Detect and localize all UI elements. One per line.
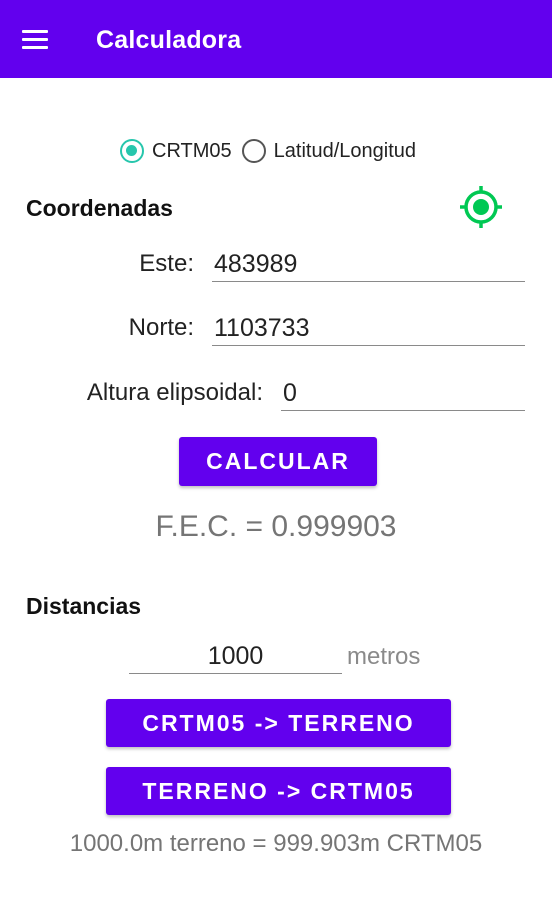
crtm05-to-terreno-button[interactable]: CRTM05 -> TERRENO	[106, 699, 451, 747]
hamburger-menu-icon[interactable]	[22, 28, 48, 50]
gps-crosshair-icon[interactable]	[458, 184, 504, 230]
este-input[interactable]	[212, 248, 525, 282]
distance-conversion-result: 1000.0m terreno = 999.903m CRTM05	[69, 830, 483, 857]
norte-label: Norte:	[128, 314, 194, 341]
calcular-button[interactable]: CALCULAR	[179, 437, 377, 486]
distancias-heading: Distancias	[26, 593, 142, 619]
app-bar: Calculadora	[0, 0, 552, 78]
altura-elipsoidal-label: Altura elipsoidal:	[86, 379, 263, 406]
terreno-to-crtm05-button[interactable]: TERRENO -> CRTM05	[106, 767, 451, 815]
altura-elipsoidal-input[interactable]	[281, 377, 525, 411]
este-label: Este:	[139, 250, 194, 277]
distance-input[interactable]	[129, 640, 342, 674]
norte-input[interactable]	[212, 312, 525, 346]
fec-result: F.E.C. = 0.999903	[155, 510, 397, 543]
coord-system-radio-group: CRTM05 Latitud/Longitud	[120, 137, 426, 165]
radio-latitud-longitud-label[interactable]: Latitud/Longitud	[274, 140, 416, 163]
app-title: Calculadora	[96, 26, 242, 54]
radio-latitud-longitud[interactable]	[241, 139, 266, 163]
distance-unit-label: metros	[347, 643, 421, 670]
coordenadas-heading: Coordenadas	[26, 195, 173, 221]
radio-crtm05-label[interactable]: CRTM05	[152, 140, 232, 163]
radio-crtm05[interactable]	[120, 139, 144, 163]
